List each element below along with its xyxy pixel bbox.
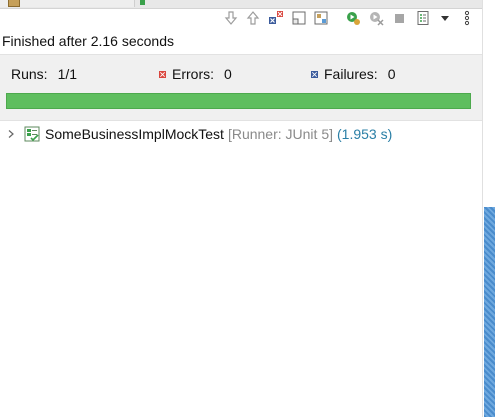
error-icon xyxy=(159,70,166,78)
tab-previous-view[interactable] xyxy=(0,0,135,7)
errors-value: 0 xyxy=(224,66,232,82)
failure-icon xyxy=(311,70,318,78)
failures-counter: Failures: 0 xyxy=(311,66,395,82)
stop-icon[interactable] xyxy=(390,9,408,27)
show-failures-only-icon[interactable] xyxy=(267,9,285,27)
rerun-test-icon[interactable] xyxy=(344,9,362,27)
failures-value: 0 xyxy=(387,66,396,82)
runs-counter: Runs: 1/1 xyxy=(11,66,77,82)
view-tab-icon xyxy=(8,0,20,7)
view-tab-strip xyxy=(0,0,482,9)
vertical-scrollbar[interactable] xyxy=(482,0,495,417)
runs-value: 1/1 xyxy=(57,66,78,82)
test-summary-panel: Runs: 1/1 Errors: 0 Failures: 0 xyxy=(0,54,482,121)
rerun-failed-first-icon[interactable] xyxy=(367,9,385,27)
errors-label: Errors: xyxy=(172,66,214,82)
test-runner-label: [Runner: JUnit 5] xyxy=(227,126,334,142)
test-progress-bar xyxy=(6,93,471,109)
errors-counter: Errors: 0 xyxy=(159,66,232,82)
next-failure-icon[interactable] xyxy=(222,9,240,27)
scrollbar-thumb[interactable] xyxy=(484,207,495,417)
test-class-name: SomeBusinessImplMockTest xyxy=(45,126,224,142)
test-duration: (1.953 s) xyxy=(337,126,393,142)
previous-failure-icon[interactable] xyxy=(244,9,262,27)
tree-item-test-suite[interactable]: SomeBusinessImplMockTest [Runner: JUnit … xyxy=(6,125,392,143)
scroll-lock-icon[interactable] xyxy=(290,9,308,27)
layout-icon[interactable] xyxy=(312,9,330,27)
history-icon[interactable] xyxy=(414,9,432,27)
test-suite-passed-icon xyxy=(24,126,40,142)
junit-toolbar xyxy=(222,9,482,29)
progress-fill xyxy=(7,94,470,108)
chevron-right-icon[interactable] xyxy=(6,129,16,139)
junit-tab-icon[interactable] xyxy=(140,0,145,5)
failures-label: Failures: xyxy=(324,66,378,82)
runs-label: Runs: xyxy=(11,66,48,82)
more-options-icon[interactable] xyxy=(458,9,476,27)
status-message: Finished after 2.16 seconds xyxy=(2,33,174,49)
view-menu-icon[interactable] xyxy=(436,9,454,27)
